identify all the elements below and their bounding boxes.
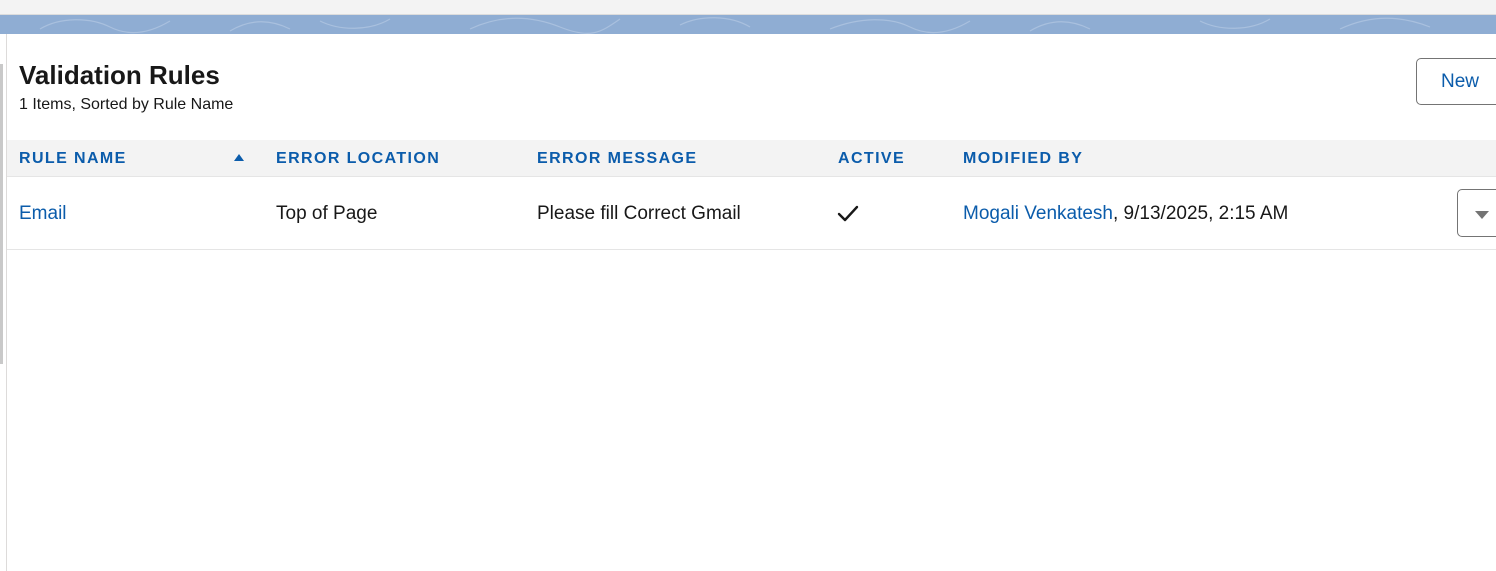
browser-top-strip: [0, 0, 1496, 15]
column-header-rule-name[interactable]: RULE NAME: [19, 140, 127, 177]
items-count-summary: 1 Items, Sorted by Rule Name: [19, 96, 234, 113]
rule-name-link[interactable]: Email: [19, 177, 67, 250]
column-header-active[interactable]: ACTIVE: [838, 140, 905, 177]
column-header-error-location[interactable]: ERROR LOCATION: [276, 140, 440, 177]
error-location-cell: Top of Page: [276, 203, 378, 224]
checkmark-icon: [837, 205, 859, 222]
modified-date: , 9/13/2025, 2:15 AM: [1113, 203, 1289, 224]
header-banner: [0, 15, 1496, 34]
error-message-cell: Please fill Correct Gmail: [537, 203, 741, 224]
new-rule-button[interactable]: New: [1416, 58, 1496, 105]
left-panel-edge: [0, 34, 7, 571]
modified-by-cell: Mogali Venkatesh, 9/13/2025, 2:15 AM: [963, 177, 1288, 250]
sort-ascending-icon[interactable]: [233, 153, 245, 163]
row-actions-button[interactable]: [1457, 189, 1496, 237]
chevron-down-icon: [1475, 211, 1489, 219]
table-row: Email Top of Page Please fill Correct Gm…: [7, 177, 1496, 250]
page-title: Validation Rules: [19, 60, 220, 90]
modified-by-user-link[interactable]: Mogali Venkatesh: [963, 203, 1113, 224]
validation-rules-panel: Validation Rules 1 Items, Sorted by Rule…: [7, 34, 1496, 571]
left-panel-divider: [0, 64, 3, 364]
column-header-modified-by[interactable]: MODIFIED BY: [963, 140, 1083, 177]
table-header: RULE NAME ERROR LOCATION ERROR MESSAGE A…: [7, 140, 1496, 177]
column-header-error-message[interactable]: ERROR MESSAGE: [537, 140, 697, 177]
